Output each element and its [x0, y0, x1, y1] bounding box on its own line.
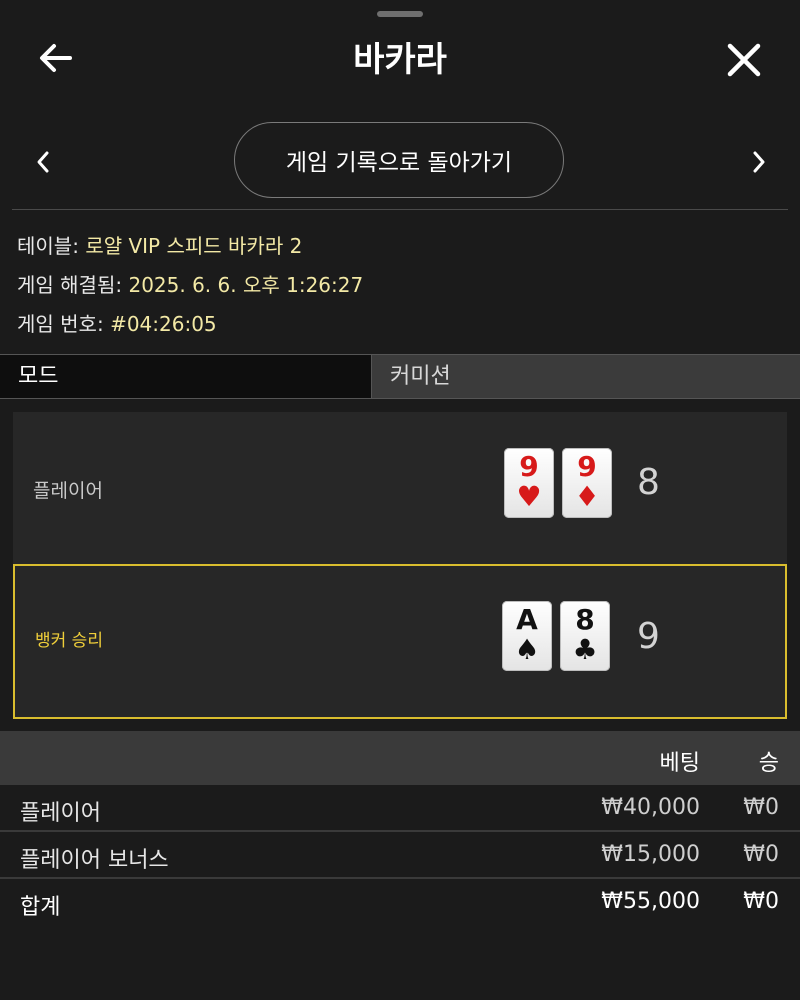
- bet-amount: ₩15,000: [601, 842, 700, 867]
- close-button[interactable]: [722, 38, 766, 82]
- back-to-history-button[interactable]: 게임 기록으로 돌아가기: [234, 122, 564, 198]
- chevron-left-icon: [37, 151, 49, 173]
- table-value: 로얄 VIP 스피드 바카라 2: [85, 234, 303, 258]
- mode-value: 커미션: [371, 355, 800, 398]
- banker-card-2: 8 ♣: [560, 601, 610, 671]
- diamond-icon: ♦: [574, 480, 600, 513]
- bet-amount: ₩40,000: [601, 795, 700, 820]
- player-card-1: 9 ♥: [504, 448, 554, 518]
- total-win-amount: ₩0: [743, 889, 779, 914]
- player-label: 플레이어: [33, 480, 103, 502]
- table-info: 테이블: 로얄 VIP 스피드 바카라 2: [17, 230, 302, 259]
- previous-game-button[interactable]: [28, 146, 58, 178]
- game-number-label: 게임 번호:: [17, 312, 104, 336]
- player-card-2-rank: 9: [577, 450, 597, 483]
- bet-name: 플레이어 보너스: [20, 848, 169, 873]
- club-icon: ♣: [572, 633, 598, 666]
- game-result: 플레이어 9 ♥ 9 ♦ 8 뱅커 승리 A ♠ 8 ♣ 9: [0, 400, 800, 730]
- sheet-grabber-handle[interactable]: [377, 11, 423, 17]
- close-icon: [727, 43, 761, 77]
- bottom-spacer: [0, 927, 800, 1000]
- total-bet-amount: ₩55,000: [601, 889, 700, 914]
- game-number-value: #04:26:05: [110, 312, 217, 336]
- player-hand-panel: 플레이어 9 ♥ 9 ♦ 8: [13, 412, 787, 564]
- player-card-2: 9 ♦: [562, 448, 612, 518]
- banker-card-1-rank: A: [516, 603, 538, 636]
- next-game-button[interactable]: [744, 146, 774, 178]
- page-title: 바카라: [353, 40, 447, 80]
- game-number-info: 게임 번호: #04:26:05: [17, 308, 217, 337]
- header-divider: [12, 209, 788, 210]
- spade-icon: ♠: [514, 633, 540, 666]
- resolved-info: 게임 해결됨: 2025. 6. 6. 오후 1:26:27: [17, 269, 363, 298]
- mode-bar: 모드 커미션: [0, 354, 800, 399]
- heart-icon: ♥: [516, 480, 542, 513]
- table-row: 플레이어 ₩40,000 ₩0: [0, 785, 800, 831]
- table-row: 플레이어 보너스 ₩15,000 ₩0: [0, 832, 800, 878]
- banker-win-label: 뱅커 승리: [35, 631, 103, 651]
- chevron-right-icon: [753, 151, 765, 173]
- win-amount: ₩0: [743, 795, 779, 820]
- resolved-value: 2025. 6. 6. 오후 1:26:27: [128, 273, 364, 297]
- resolved-label: 게임 해결됨:: [17, 273, 123, 297]
- bet-table-header: 베팅 승: [0, 731, 800, 785]
- bet-column-header: 베팅: [659, 751, 700, 776]
- banker-card-1: A ♠: [502, 601, 552, 671]
- banker-score: 9: [637, 616, 660, 657]
- win-column-header: 승: [758, 751, 779, 776]
- total-row: 합계 ₩55,000 ₩0: [0, 879, 800, 925]
- mode-label: 모드: [0, 355, 371, 398]
- total-label: 합계: [20, 895, 61, 920]
- bet-name: 플레이어: [20, 801, 101, 826]
- win-amount: ₩0: [743, 842, 779, 867]
- banker-hand-panel: 뱅커 승리 A ♠ 8 ♣ 9: [13, 564, 787, 719]
- player-score: 8: [637, 462, 660, 503]
- banker-card-2-rank: 8: [575, 603, 595, 636]
- table-label: 테이블:: [17, 234, 79, 258]
- player-card-1-rank: 9: [519, 450, 539, 483]
